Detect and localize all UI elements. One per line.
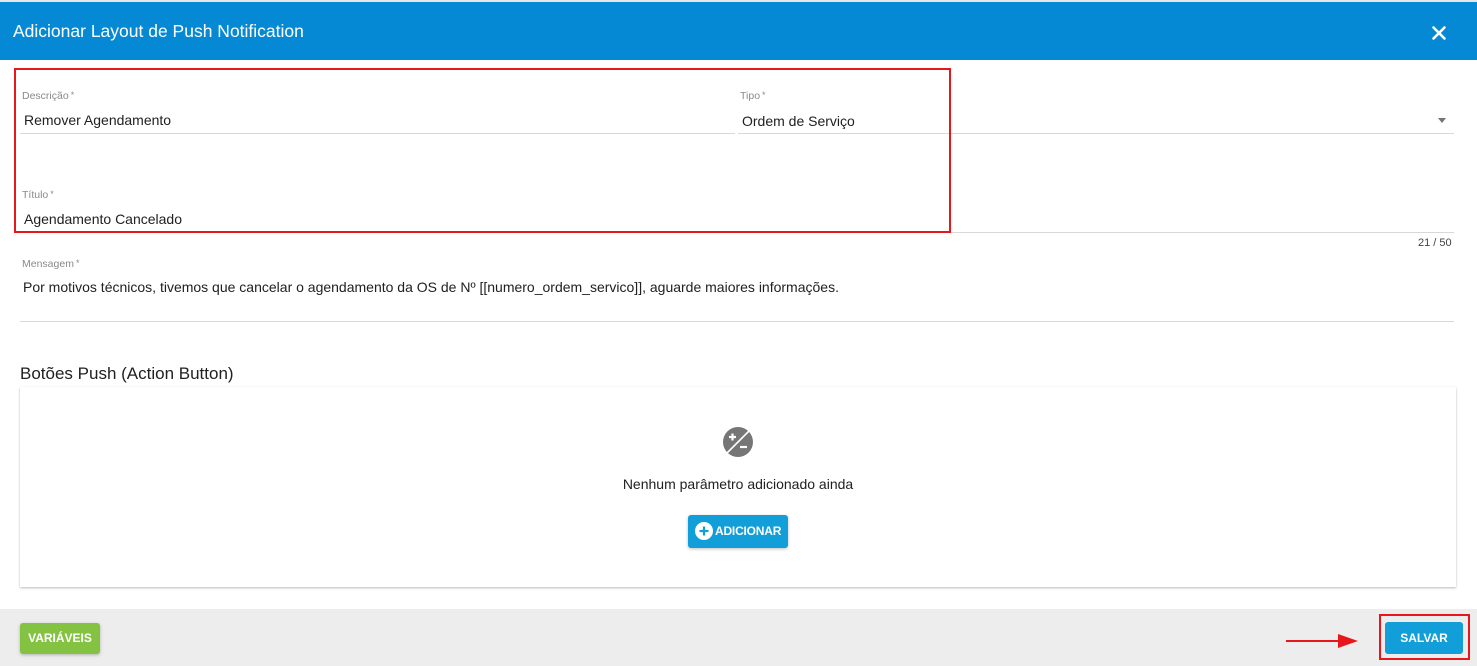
push-layout-dialog: Adicionar Layout de Push Notification De…	[0, 0, 1477, 666]
plus-minus-icon	[723, 427, 753, 457]
variables-button[interactable]: VARIÁVEIS	[20, 623, 100, 654]
add-action-button[interactable]: ADICIONAR	[688, 515, 788, 548]
tipo-underline	[738, 133, 1454, 134]
descricao-field[interactable]: Descrição * Remover Agendamento	[20, 90, 735, 134]
dialog-title: Adicionar Layout de Push Notification	[13, 21, 304, 41]
dialog-footer: VARIÁVEIS SALVAR	[0, 609, 1477, 666]
close-icon	[1432, 26, 1446, 40]
section-title-action-buttons: Botões Push (Action Button)	[20, 364, 234, 383]
chevron-down-icon[interactable]	[1438, 118, 1446, 123]
tipo-label: Tipo *	[740, 90, 766, 102]
annotation-arrow-icon	[1286, 634, 1358, 648]
dialog-header: Adicionar Layout de Push Notification	[0, 2, 1477, 60]
titulo-underline	[20, 232, 1454, 233]
close-button[interactable]	[1427, 21, 1451, 45]
add-button-label: ADICIONAR	[715, 524, 782, 538]
mensagem-textarea[interactable]: Por motivos técnicos, tivemos que cancel…	[23, 279, 839, 295]
save-button[interactable]: SALVAR	[1385, 622, 1463, 654]
mensagem-field[interactable]: Mensagem * Por motivos técnicos, tivemos …	[20, 258, 1454, 322]
titulo-label: Título *	[22, 189, 54, 201]
tipo-select[interactable]: Tipo * Ordem de Serviço	[738, 90, 1454, 134]
mensagem-underline	[20, 321, 1454, 322]
descricao-label: Descrição *	[22, 90, 75, 102]
add-circle-icon	[695, 522, 713, 540]
titulo-input[interactable]: Agendamento Cancelado	[24, 211, 182, 227]
titulo-char-counter: 21 / 50	[1418, 237, 1452, 249]
descricao-underline	[20, 133, 735, 134]
mensagem-label: Mensagem *	[22, 258, 80, 270]
action-buttons-card: Nenhum parâmetro adicionado ainda ADICIO…	[20, 387, 1456, 587]
titulo-field[interactable]: Título * Agendamento Cancelado	[20, 189, 1454, 233]
descricao-input[interactable]: Remover Agendamento	[24, 112, 171, 128]
tipo-selected-value[interactable]: Ordem de Serviço	[742, 113, 855, 129]
empty-state-message: Nenhum parâmetro adicionado ainda	[622, 476, 854, 492]
